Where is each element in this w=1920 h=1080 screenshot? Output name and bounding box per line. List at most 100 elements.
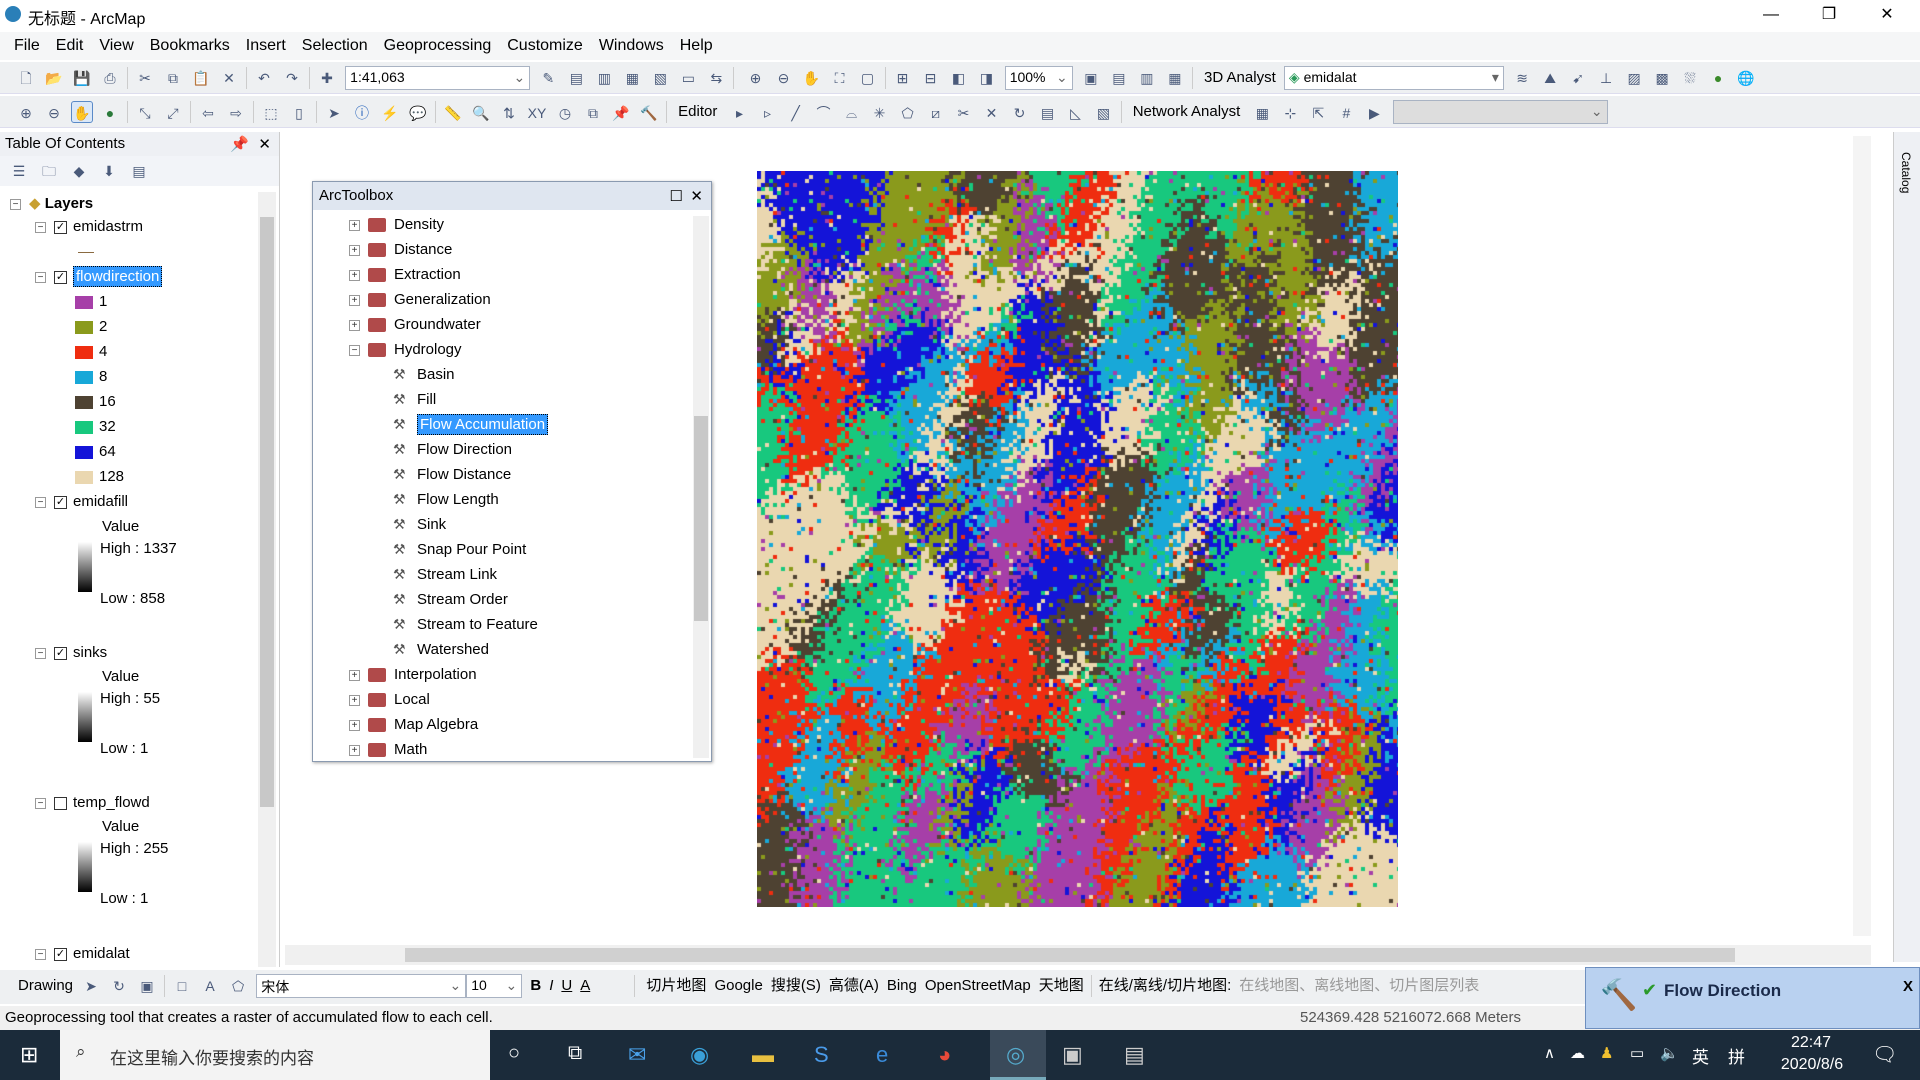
onedrive-icon[interactable]: ☁	[1570, 1044, 1585, 1062]
legend-class[interactable]: 64	[75, 443, 116, 460]
legend-class[interactable]: 1	[75, 293, 107, 310]
save-icon[interactable]: 💾	[71, 67, 93, 89]
app-icon[interactable]: ▤	[1124, 1042, 1145, 1068]
print-icon[interactable]: ⎙	[99, 67, 121, 89]
toolbox-toolset[interactable]: + Distance	[349, 241, 452, 258]
mail-icon[interactable]: ✉	[628, 1042, 646, 1068]
select-elements-icon[interactable]: ➤	[80, 975, 102, 997]
toolbox-icon[interactable]: ▧	[649, 67, 671, 89]
app-s-icon[interactable]: S	[814, 1042, 829, 1068]
arctoolbox-scrollbar[interactable]	[693, 216, 709, 758]
expand-icon[interactable]: +	[349, 669, 360, 681]
measure-icon[interactable]: 📏	[442, 102, 464, 124]
fixed-zoom-out-icon[interactable]: ⊟	[920, 67, 942, 89]
clear-selection-icon[interactable]: ▯	[288, 102, 310, 124]
close-button[interactable]: ✕	[1864, 2, 1910, 28]
point-icon[interactable]: ✳	[869, 102, 891, 124]
attributes-icon[interactable]: ▤	[1037, 102, 1059, 124]
edit-vertices-icon[interactable]: ⬠	[227, 975, 249, 997]
list-by-drawing-order-icon[interactable]: ☰	[8, 160, 30, 182]
minimize-button[interactable]: —	[1748, 2, 1794, 28]
trace-icon[interactable]: ⌓	[841, 102, 863, 124]
soso-menu[interactable]: 搜搜(S)	[767, 970, 825, 1002]
go-to-xy-icon[interactable]: XY	[526, 102, 548, 124]
expand-icon[interactable]: +	[349, 744, 360, 756]
line-of-sight-icon[interactable]: ➹	[1567, 67, 1589, 89]
layers-root[interactable]: Layers	[45, 195, 93, 212]
zoom-to-elements-icon[interactable]: ▣	[136, 975, 158, 997]
menu-help[interactable]: Help	[672, 32, 721, 60]
map-vertical-scrollbar[interactable]	[1853, 136, 1871, 936]
rectangle-icon[interactable]: □	[171, 975, 193, 997]
osm-menu[interactable]: OpenStreetMap	[921, 970, 1035, 1002]
pin-icon[interactable]: 📌	[610, 102, 632, 124]
drawing-menu[interactable]: Drawing	[14, 970, 77, 1002]
notification-close-button[interactable]: X	[1903, 978, 1913, 995]
3d-analyst-menu[interactable]: 3D Analyst	[1200, 62, 1280, 94]
layout-zoom-in-icon[interactable]: ⊕	[745, 67, 767, 89]
modelbuilder-icon[interactable]: ⇆	[705, 67, 727, 89]
toolbox-toolset[interactable]: − Hydrology	[349, 341, 462, 358]
toolbox-toolset[interactable]: + Map Algebra	[349, 716, 478, 733]
layer-checkbox[interactable]: ✓	[54, 270, 67, 284]
create-viewer-icon[interactable]: ⧉	[582, 102, 604, 124]
bold-button[interactable]: B	[526, 970, 545, 1002]
tile-map-menu[interactable]: 切片地图	[642, 970, 710, 1002]
layer-flowdirection[interactable]: flowdirection	[73, 266, 163, 287]
layer-emidafill[interactable]: emidafill	[73, 493, 128, 510]
qq-icon[interactable]: ♟	[1600, 1044, 1613, 1062]
maximize-icon[interactable]: ☐	[670, 187, 683, 205]
tianditu-menu[interactable]: 天地图	[1035, 970, 1088, 1002]
layer-emidalat[interactable]: emidalat	[73, 945, 130, 962]
search-window-icon[interactable]: ▦	[621, 67, 643, 89]
interpolate-polygon-icon[interactable]: ▩	[1651, 67, 1673, 89]
toolbox-tool[interactable]: ⚒ Basin	[353, 366, 455, 383]
layer-temp-flowd[interactable]: temp_flowd	[73, 794, 150, 811]
toolbox-toolset[interactable]: + Extraction	[349, 266, 461, 283]
data-driven-pages-icon[interactable]: ▦	[1164, 67, 1186, 89]
menu-insert[interactable]: Insert	[238, 32, 294, 60]
map-horizontal-scrollbar[interactable]	[285, 945, 1871, 965]
menu-customize[interactable]: Customize	[499, 32, 591, 60]
layout-zoom-combo[interactable]: 100% ⌄	[1004, 66, 1073, 90]
fixed-zoom-in-icon[interactable]: ⤡	[134, 102, 156, 124]
clock-date[interactable]: 2020/8/6	[1770, 1056, 1854, 1074]
legend-class[interactable]: 8	[75, 368, 107, 385]
reshape-icon[interactable]: ⧄	[925, 102, 947, 124]
online-map-combo[interactable]: 在线地图、离线地图、切片图层列表	[1235, 970, 1483, 1002]
back-icon[interactable]: ⇦	[197, 102, 219, 124]
expand-icon[interactable]: +	[349, 719, 360, 731]
toc-scrollbar[interactable]	[258, 192, 276, 967]
create-features-icon[interactable]: ▧	[1093, 102, 1115, 124]
font-color-button[interactable]: A	[576, 970, 594, 1002]
copy-icon[interactable]: ⧉	[162, 67, 184, 89]
select-elements-icon[interactable]: ➤	[323, 102, 345, 124]
cut-icon[interactable]: ✂	[134, 67, 156, 89]
expand-icon[interactable]: +	[349, 269, 360, 281]
edit-vertices-icon[interactable]: ⬠	[897, 102, 919, 124]
font-combo[interactable]: 宋体 ⌄	[256, 974, 467, 998]
arcglobe-icon[interactable]: 🌐	[1735, 67, 1757, 89]
toolbox-tool[interactable]: ⚒ Sink	[353, 516, 446, 533]
menu-geoprocessing[interactable]: Geoprocessing	[376, 32, 500, 60]
point-profile-icon[interactable]: ⊥	[1595, 67, 1617, 89]
toolbox-tool[interactable]: ⚒ Fill	[353, 391, 436, 408]
layer-checkbox[interactable]: ✓	[54, 646, 67, 660]
pin-icon[interactable]: 📌	[230, 135, 249, 153]
network-analyst-menu[interactable]: Network Analyst	[1129, 96, 1245, 128]
expand-icon[interactable]: +	[349, 294, 360, 306]
legend-class[interactable]: 4	[75, 343, 107, 360]
bing-menu[interactable]: Bing	[883, 970, 921, 1002]
end-point-arc-icon[interactable]: ⌒	[813, 102, 835, 124]
geoprocessing-notification[interactable]: 🔨 ✔ Flow Direction X	[1585, 967, 1920, 1029]
layer-emidastrm[interactable]: emidastrm	[73, 218, 143, 235]
profile-graph-icon[interactable]: ⛆	[1679, 67, 1701, 89]
arcmap-taskbar-icon[interactable]: ◎	[990, 1030, 1046, 1080]
layout-zoom-out-icon[interactable]: ⊖	[773, 67, 795, 89]
underline-button[interactable]: U	[557, 970, 576, 1002]
legend-class[interactable]: 16	[75, 393, 116, 410]
toolbox-toolset[interactable]: + Math	[349, 741, 427, 758]
pan-icon[interactable]: ✋	[71, 101, 93, 123]
chrome-icon[interactable]: ◕	[938, 1042, 951, 1068]
layer-checkbox[interactable]	[54, 796, 67, 810]
